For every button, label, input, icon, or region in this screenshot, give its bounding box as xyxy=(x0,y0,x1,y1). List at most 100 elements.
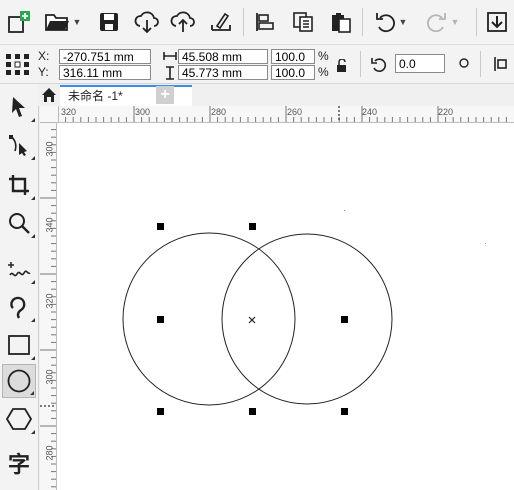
tab-label: 未命名 -1* xyxy=(68,89,123,103)
paste-button[interactable] xyxy=(326,6,356,38)
handle-middle-left[interactable] xyxy=(157,316,164,323)
ruler-label: 240 xyxy=(362,107,378,117)
add-tab-button[interactable]: + xyxy=(156,86,174,104)
polygon-tool[interactable] xyxy=(2,402,36,436)
freehand-tool[interactable] xyxy=(2,252,36,286)
ruler-label: 340 xyxy=(44,217,55,233)
ellipse-tool[interactable] xyxy=(2,364,36,398)
canvas-dot xyxy=(344,210,345,211)
zoom-magnifier-icon xyxy=(9,213,30,234)
handle-bottom-right[interactable] xyxy=(341,408,348,415)
center-marker-icon[interactable] xyxy=(248,316,256,324)
width-field[interactable]: 45.508 mm xyxy=(178,49,268,64)
publish-button[interactable] xyxy=(206,6,236,38)
ruler-label: 280 xyxy=(44,445,55,461)
zoom-tool[interactable] xyxy=(2,206,36,240)
drawing-canvas[interactable] xyxy=(57,123,514,490)
export-cloud-button[interactable] xyxy=(168,6,198,38)
artistic-media-tool[interactable] xyxy=(2,290,36,324)
chevron-down-icon: ▼ xyxy=(450,17,460,27)
polygon-hexagon-icon xyxy=(6,408,32,430)
pointer-arrow-icon xyxy=(12,97,25,117)
toolbar-divider xyxy=(480,51,481,77)
handle-top-center[interactable] xyxy=(249,223,256,230)
shape-edit-icon xyxy=(9,135,27,156)
ruler-label: 220 xyxy=(438,107,454,117)
paste-icon xyxy=(332,13,351,33)
open-button[interactable]: ▼ xyxy=(40,6,84,38)
home-icon[interactable] xyxy=(41,87,57,103)
publish-icon xyxy=(211,12,231,31)
angle-circle-icon xyxy=(459,58,469,68)
undo-icon xyxy=(375,13,395,33)
left-circle[interactable] xyxy=(122,232,296,406)
chevron-down-icon: ▼ xyxy=(398,17,408,27)
ruler-origin[interactable] xyxy=(40,106,58,123)
crop-tool[interactable] xyxy=(2,168,36,202)
import-button[interactable] xyxy=(132,6,162,38)
align-icon xyxy=(256,13,274,31)
ruler-label: 300 xyxy=(44,141,55,157)
object-origin-icon[interactable] xyxy=(5,53,31,77)
rotation-icon xyxy=(371,58,387,72)
align-button[interactable] xyxy=(250,6,280,38)
height-field[interactable]: 45.773 mm xyxy=(178,65,268,80)
redo-icon xyxy=(426,13,446,33)
ruler-label: 320 xyxy=(44,293,55,309)
toolbar-divider xyxy=(476,8,477,36)
copy-properties-button[interactable] xyxy=(288,6,318,38)
scale-x-field[interactable]: 100.0 xyxy=(271,49,315,64)
rectangle-tool[interactable] xyxy=(2,328,36,362)
lock-ratio-icon[interactable] xyxy=(336,59,348,73)
document-tab-bar: 未命名 -1* + xyxy=(38,84,514,106)
new-document-icon xyxy=(8,11,30,33)
ruler-label: 280 xyxy=(211,107,227,117)
right-circle[interactable] xyxy=(221,233,393,405)
shape-tool[interactable] xyxy=(2,128,36,162)
redo-button[interactable]: ▼ xyxy=(420,6,464,38)
text-tool[interactable]: 字 xyxy=(2,446,36,480)
export-button[interactable] xyxy=(482,6,512,38)
ruler-label: 320 xyxy=(61,107,77,117)
import-cloud-icon xyxy=(134,11,159,34)
canvas-drawing xyxy=(122,210,486,415)
percent-label: % xyxy=(318,49,329,63)
export-icon xyxy=(487,12,507,32)
undo-button[interactable]: ▼ xyxy=(368,6,412,38)
width-icon xyxy=(163,52,177,60)
new-document-button[interactable] xyxy=(4,6,34,38)
x-position-field[interactable]: -270.751 mm xyxy=(59,49,151,64)
mirror-icon[interactable] xyxy=(492,54,512,74)
toolbar-divider xyxy=(360,51,361,77)
scale-y-field[interactable]: 100.0 xyxy=(271,65,315,80)
toolbar-divider xyxy=(362,8,363,36)
rectangle-icon xyxy=(8,335,30,355)
chevron-down-icon: ▼ xyxy=(72,17,82,27)
export-cloud-icon xyxy=(170,11,195,32)
handle-top-left[interactable] xyxy=(157,223,164,230)
y-position-field[interactable]: 316.11 mm xyxy=(59,65,151,80)
rotation-field[interactable]: 0.0 xyxy=(395,54,445,73)
vertical-ruler[interactable]: 300 340 320 300 280 xyxy=(40,122,57,490)
handle-bottom-left[interactable] xyxy=(157,408,164,415)
text-tool-icon: 字 xyxy=(7,452,30,477)
copy-properties-icon xyxy=(293,12,313,32)
save-button[interactable] xyxy=(94,6,124,38)
ruler-label: 260 xyxy=(287,107,303,117)
ruler-label: 300 xyxy=(135,107,151,117)
pick-tool[interactable] xyxy=(2,90,36,124)
handle-bottom-center[interactable] xyxy=(249,408,256,415)
percent-label: % xyxy=(318,65,329,79)
horizontal-ruler[interactable]: 320 300 280 260 240 220 xyxy=(58,106,514,123)
height-icon xyxy=(166,66,174,80)
save-icon xyxy=(100,13,118,31)
open-folder-icon xyxy=(44,14,69,31)
canvas-dot xyxy=(485,243,486,244)
freehand-curve-icon xyxy=(8,262,31,277)
ruler-label: 300 xyxy=(44,369,55,385)
crop-icon xyxy=(9,175,29,195)
handle-middle-right[interactable] xyxy=(341,316,348,323)
toolbar-divider xyxy=(243,8,244,36)
toolbox: 字 xyxy=(0,84,39,490)
y-label: Y: xyxy=(38,65,49,79)
